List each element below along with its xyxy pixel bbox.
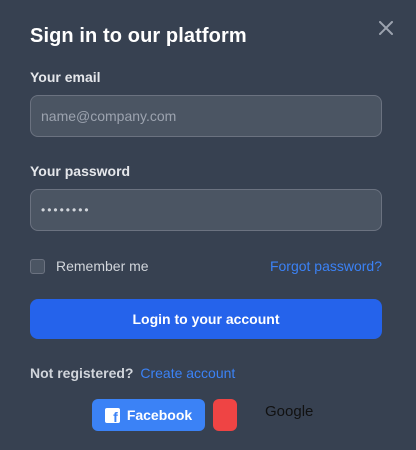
password-value: •••••••• <box>41 203 91 217</box>
close-button[interactable] <box>374 16 398 40</box>
not-registered-text: Not registered? <box>30 365 134 381</box>
register-prompt: Not registered? Create account <box>30 365 235 381</box>
remember-row: Remember me Forgot password? <box>30 257 382 275</box>
google-icon[interactable] <box>213 399 237 431</box>
close-icon <box>379 21 393 35</box>
sign-in-modal: Sign in to our platform Your email Your … <box>0 0 416 450</box>
login-button[interactable]: Login to your account <box>30 299 382 339</box>
modal-title: Sign in to our platform <box>30 25 247 47</box>
facebook-login-button[interactable]: f Facebook <box>92 399 205 431</box>
facebook-label: Facebook <box>126 407 193 423</box>
facebook-icon: f <box>104 407 120 424</box>
password-input[interactable]: •••••••• <box>30 189 382 231</box>
email-input[interactable] <box>30 95 382 137</box>
password-label: Your password <box>30 163 131 179</box>
remember-me-group: Remember me <box>30 258 149 274</box>
google-login-link[interactable]: Google <box>265 403 313 420</box>
remember-me-label: Remember me <box>56 258 149 274</box>
forgot-password-link[interactable]: Forgot password? <box>270 258 382 274</box>
create-account-link[interactable]: Create account <box>140 365 235 381</box>
email-label: Your email <box>30 69 101 85</box>
remember-me-checkbox[interactable] <box>30 258 45 274</box>
